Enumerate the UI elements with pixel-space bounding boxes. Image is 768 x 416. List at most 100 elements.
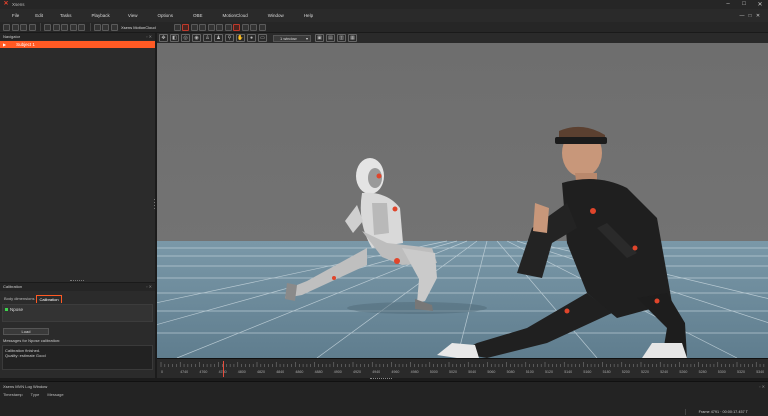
split-horizontal-icon[interactable]: ▤ (326, 34, 335, 42)
log-window: Xsens MVN Log Window ▫ ✕ Timestamp Type … (0, 381, 768, 416)
timeline-label: 4920 (353, 370, 361, 374)
walk-icon[interactable]: ⚲ (225, 34, 234, 42)
calibration-tabs: Body dimensions Calibration (0, 295, 155, 303)
timeline-label: 5080 (506, 370, 515, 374)
split-vertical-icon[interactable]: ▥ (337, 34, 346, 42)
record-icon[interactable]: ● (247, 34, 256, 42)
mdi-close-button[interactable]: ✕ (754, 13, 762, 19)
add-icon[interactable] (173, 23, 181, 31)
menu-options[interactable]: Options (158, 13, 174, 18)
3d-viewport[interactable]: ✥ ◧ ◎ ◉ ♙ ♟ ⚲ ✋ ● ▭ 1 window ▾ ▣ ▤ ▥ ▦ (157, 33, 768, 358)
viewport-toolbar: ✥ ◧ ◎ ◉ ♙ ♟ ⚲ ✋ ● ▭ 1 window ▾ ▣ ▤ ▥ ▦ (157, 33, 768, 43)
grid-icon[interactable] (199, 23, 207, 31)
layout-select[interactable]: 1 window ▾ (273, 34, 311, 42)
log-panel-controls[interactable]: ▫ ✕ (759, 382, 765, 391)
timeline-label: 5220 (641, 370, 649, 374)
chat-icon[interactable]: ▭ (258, 34, 267, 42)
open-file-icon[interactable] (11, 23, 19, 31)
menu-playback[interactable]: Playback (92, 13, 110, 18)
minimize-button[interactable]: – (720, 1, 736, 8)
expand-icon[interactable] (241, 23, 249, 31)
timeline[interactable]: 0474047604780480048204840486048804900492… (157, 358, 768, 378)
save-icon[interactable] (20, 23, 27, 31)
record-icon[interactable] (182, 23, 190, 31)
menu-file[interactable]: File (12, 13, 19, 18)
timeline-label: 5140 (564, 370, 573, 374)
settings-icon[interactable] (250, 23, 258, 31)
motioncloud-button[interactable]: Xsens MotionCloud (121, 25, 156, 30)
panel-icon[interactable] (224, 23, 232, 31)
timeline-label: 4800 (237, 370, 246, 374)
navigator-panel-controls[interactable]: ▫ ✕ (146, 33, 152, 40)
move-icon[interactable]: ✥ (159, 34, 168, 42)
list-icon[interactable] (207, 23, 215, 31)
quad-view-icon[interactable]: ▦ (348, 34, 357, 42)
play-icon[interactable] (61, 23, 68, 31)
vertical-splitter-handle[interactable] (153, 198, 156, 212)
layout-icon[interactable] (216, 23, 224, 31)
tab-calibration[interactable]: Calibration (36, 295, 62, 303)
timeline-cursor[interactable] (223, 361, 225, 377)
log-title: Xsens MVN Log Window (3, 384, 48, 389)
status-divider (685, 409, 686, 415)
timeline-ticks (160, 362, 765, 367)
calibration-list[interactable]: Npose (2, 304, 153, 322)
expand-arrow-icon[interactable]: ▶ (3, 42, 6, 47)
main-toolbar: Xsens MotionCloud (0, 22, 768, 33)
maximize-button[interactable]: □ (736, 1, 752, 8)
calibration-panel-controls[interactable]: ▫ ✕ (146, 283, 152, 291)
timeline-label: 4880 (314, 370, 323, 374)
cloud-icon[interactable] (110, 23, 118, 31)
target-icon[interactable]: ◎ (181, 34, 190, 42)
column-timestamp[interactable]: Timestamp (3, 392, 23, 397)
message-line: Quality: estimate Good (5, 353, 46, 358)
skip-end-icon[interactable] (78, 23, 85, 31)
timeline-label: 5160 (583, 370, 592, 374)
menu-bar: File Edit Tasks Playback View Options OB… (0, 9, 768, 22)
single-view-icon[interactable]: ▣ (315, 34, 324, 42)
subject-row[interactable]: ▶ Subject 1 (0, 41, 155, 48)
mdi-restore-button[interactable]: □ (746, 13, 754, 19)
sensor-icon[interactable] (93, 23, 101, 31)
network-icon[interactable] (102, 23, 109, 31)
column-type[interactable]: Type (31, 392, 40, 397)
alert-icon[interactable] (233, 23, 241, 31)
timeline-label: 4860 (295, 370, 304, 374)
timeline-label: 4960 (391, 370, 400, 374)
menu-tasks[interactable]: Tasks (60, 13, 72, 18)
mdi-minimize-button[interactable]: — (738, 13, 746, 19)
menu-edit[interactable]: Edit (35, 13, 43, 18)
close-button[interactable]: ✕ (752, 1, 768, 8)
navigator-header: Navigator ▫ ✕ (0, 33, 155, 40)
timeline-label: 4840 (276, 370, 285, 374)
globe-icon[interactable]: ◉ (192, 34, 201, 42)
stop-icon[interactable] (190, 23, 198, 31)
timeline-label: 5260 (679, 370, 688, 374)
menu-window[interactable]: Window (268, 13, 284, 18)
tab-body-dimensions[interactable]: Body dimensions (2, 295, 36, 303)
menu-motioncloud[interactable]: MotionCloud (223, 13, 248, 18)
load-button[interactable]: Load (3, 328, 49, 335)
figure-icon[interactable]: ♟ (214, 34, 223, 42)
person-icon[interactable]: ♙ (203, 34, 212, 42)
skip-start-icon[interactable] (44, 23, 51, 31)
info-icon[interactable] (258, 23, 266, 31)
3d-scene[interactable] (157, 43, 768, 358)
timeline-labels: 0474047604780480048204840486048804900492… (157, 370, 768, 376)
column-message[interactable]: Message (47, 392, 63, 397)
step-back-icon[interactable] (52, 23, 60, 31)
new-file-icon[interactable] (3, 23, 10, 31)
messages-box: Calibration finished. Quality: estimate … (2, 345, 153, 370)
toolbar-divider (40, 23, 41, 31)
hand-icon[interactable]: ✋ (236, 34, 245, 42)
step-forward-icon[interactable] (69, 23, 77, 31)
timeline-label: 5060 (487, 370, 496, 374)
menu-help[interactable]: Help (304, 13, 313, 18)
export-icon[interactable] (28, 23, 36, 31)
menu-view[interactable]: View (128, 13, 138, 18)
camera-icon[interactable]: ◧ (170, 34, 179, 42)
timeline-label: 5100 (525, 370, 534, 374)
toolbar-divider (89, 23, 91, 31)
window-controls: – □ ✕ (720, 1, 768, 8)
menu-obe[interactable]: OBE (193, 13, 203, 18)
